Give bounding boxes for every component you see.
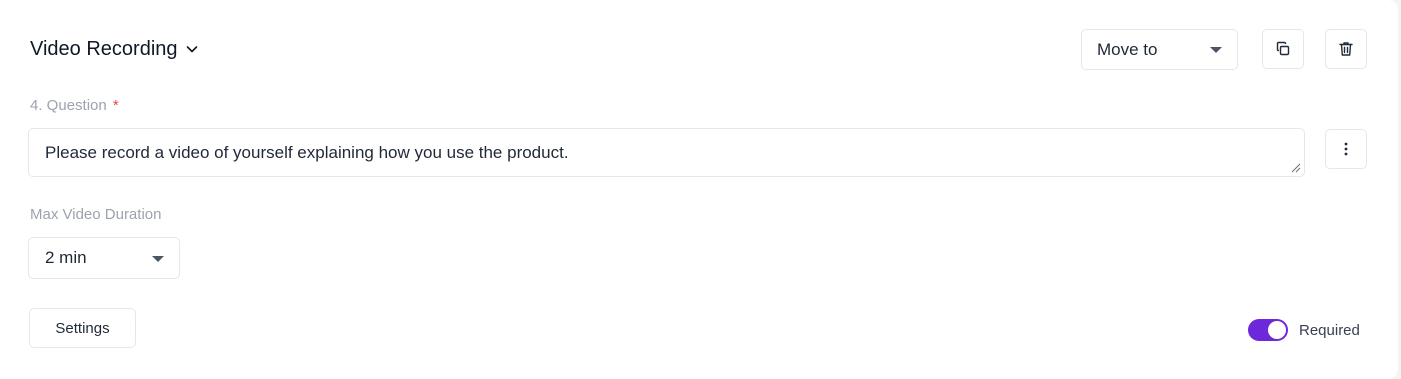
move-to-label: Move to xyxy=(1097,39,1158,59)
max-duration-value: 2 min xyxy=(45,248,87,267)
question-type-label: Video Recording xyxy=(30,37,178,60)
max-duration-select[interactable]: 2 min xyxy=(28,237,180,279)
required-asterisk: * xyxy=(112,97,119,114)
chevron-down-icon xyxy=(186,46,197,53)
settings-button[interactable]: Settings xyxy=(29,308,136,348)
more-vertical-icon xyxy=(1344,142,1348,156)
question-label: 4. Question * xyxy=(30,97,119,114)
required-label: Required xyxy=(1299,321,1360,339)
caret-down-icon xyxy=(152,256,164,262)
question-text: Please record a video of yourself explai… xyxy=(45,143,569,162)
move-to-select[interactable]: Move to xyxy=(1081,29,1238,70)
question-textarea[interactable]: Please record a video of yourself explai… xyxy=(28,128,1305,177)
more-options-button[interactable] xyxy=(1325,129,1367,169)
duplicate-button[interactable] xyxy=(1262,29,1304,69)
max-duration-label: Max Video Duration xyxy=(30,206,162,223)
resize-handle-icon[interactable] xyxy=(1291,163,1301,173)
required-toggle-group: Required xyxy=(1248,319,1360,341)
toggle-knob xyxy=(1268,321,1286,339)
delete-button[interactable] xyxy=(1325,29,1367,69)
question-type-dropdown[interactable]: Video Recording xyxy=(30,36,200,62)
copy-icon xyxy=(1276,41,1290,56)
trash-icon xyxy=(1339,42,1353,56)
question-card: Video Recording Move to 4. Question * Pl… xyxy=(0,0,1398,379)
required-toggle[interactable] xyxy=(1248,319,1288,341)
question-label-text: 4. Question xyxy=(30,97,107,114)
caret-down-icon xyxy=(1210,47,1222,53)
